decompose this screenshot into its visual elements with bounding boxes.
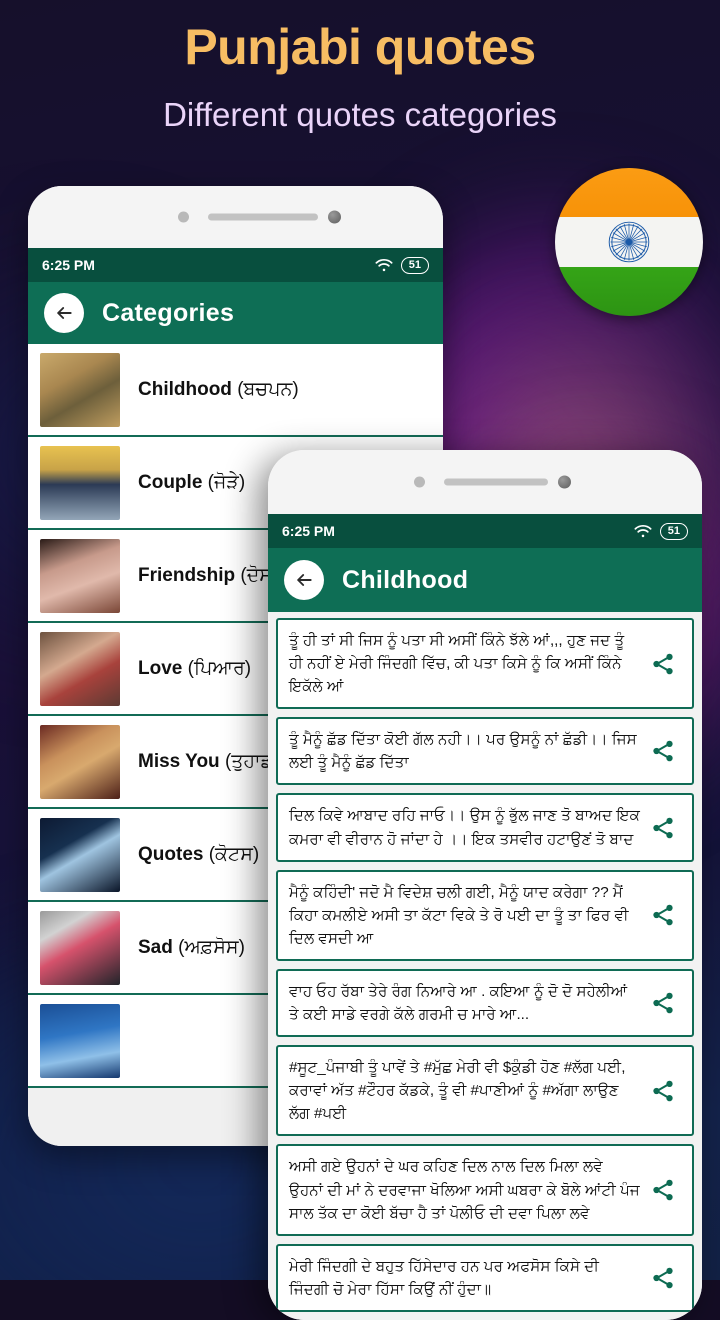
status-bar-right: 6:25 PM 51 (268, 514, 702, 548)
proximity-sensor-icon (558, 476, 571, 489)
category-thumbnail (40, 353, 120, 427)
quote-card[interactable]: ਤੂੰ ਹੀ ਤਾਂ ਸੀ ਜਿਸ ਨੂੰ ਪਤਾ ਸੀ ਅਸੀਂ ਕਿੰਨੇ … (276, 618, 694, 709)
category-thumbnail (40, 818, 120, 892)
category-row[interactable]: Childhood (ਬਚਪਨ) (28, 344, 443, 437)
category-label-pa: (ਕੋਟਸ) (209, 844, 259, 865)
quote-card[interactable]: #ਸੂਟ_ਪੰਜਾਬੀ ਤੂੰ ਪਾਵੇਂ ਤੇ #ਮੁੱਛ ਮੇਰੀ ਵੀ $… (276, 1045, 694, 1136)
quote-card[interactable]: ਵਾਹ ਓਹ ਰੱਬਾ ਤੇਰੇ ਰੰਗ ਨਿਆਰੇ ਆ . ਕਇਆ ਨੂੰ ਦ… (276, 969, 694, 1037)
category-label: Quotes (ਕੋਟਸ) (138, 844, 259, 866)
quote-text: ਤੂੰ ਹੀ ਤਾਂ ਸੀ ਜਿਸ ਨੂੰ ਪਤਾ ਸੀ ਅਸੀਂ ਕਿੰਨੇ … (289, 629, 640, 698)
back-button-right[interactable] (284, 560, 324, 600)
share-button[interactable] (640, 902, 686, 928)
india-flag-badge (555, 168, 703, 316)
back-arrow-icon (294, 570, 314, 590)
category-label-en: Quotes (138, 844, 209, 865)
category-label-pa: (ਜੋੜੇ) (208, 472, 245, 493)
share-icon (650, 651, 676, 677)
phone-left-notch (28, 186, 443, 248)
category-label-en: Love (138, 658, 188, 679)
category-label: Sad (ਅਫ਼ਸੋਸ) (138, 937, 245, 959)
battery-badge: 51 (660, 523, 688, 540)
proximity-sensor-icon (328, 211, 341, 224)
share-button[interactable] (640, 1078, 686, 1104)
share-icon (650, 902, 676, 928)
ashoka-chakra-icon (607, 220, 651, 264)
page-title: Punjabi quotes (0, 18, 720, 76)
phone-right-notch (268, 450, 702, 514)
category-label-en: Couple (138, 472, 208, 493)
share-icon (650, 1265, 676, 1291)
front-camera-icon (178, 212, 189, 223)
app-bar-title-left: Categories (102, 299, 234, 328)
status-time: 6:25 PM (282, 523, 335, 539)
battery-badge: 51 (401, 257, 429, 274)
back-arrow-icon (54, 303, 74, 323)
category-label-en: Childhood (138, 379, 237, 400)
category-label: Childhood (ਬਚਪਨ) (138, 379, 299, 401)
quote-card[interactable]: ਦਿਲ ਕਿਵੇ ਆਬਾਦ ਰਹਿ ਜਾਓ।। ਉਸ ਨੂੰ ਭੁੱਲ ਜਾਣ … (276, 793, 694, 861)
category-label-en: Friendship (138, 565, 240, 586)
category-label-pa: (ਪਿਆਰ) (188, 658, 251, 679)
category-thumbnail (40, 911, 120, 985)
share-button[interactable] (640, 738, 686, 764)
category-label: Love (ਪਿਆਰ) (138, 658, 251, 680)
quote-card[interactable]: ਮੇਰੀ ਜਿੰਦਗੀ ਦੇ ਬਹੁਤ ਹਿੱਸੇਦਾਰ ਹਨ ਪਰ ਅਫਸੋਸ… (276, 1244, 694, 1312)
earpiece-speaker (208, 214, 318, 221)
flag-stripe-saffron (555, 168, 703, 217)
share-button[interactable] (640, 990, 686, 1016)
share-icon (650, 815, 676, 841)
promo-header: Punjabi quotes Different quotes categori… (0, 0, 720, 134)
phone-mockup-quotes: 6:25 PM 51 Childhood ਤੂੰ ਹੀ ਤਾਂ ਸੀ ਜਿਸ ਨ… (268, 450, 702, 1320)
back-button-left[interactable] (44, 293, 84, 333)
share-icon (650, 1078, 676, 1104)
wifi-icon (634, 524, 652, 538)
quote-text: ਤੂੰ ਮੈਨੂੰ ਛੱਡ ਦਿੱਤਾ ਕੋਈ ਗੱਲ ਨਹੀ।। ਪਰ ਉਸਨ… (289, 728, 640, 774)
status-bar-left: 6:25 PM 51 (28, 248, 443, 282)
flag-stripe-green (555, 267, 703, 316)
quote-text: ਅਸੀ ਗਏ ਉਹਨਾਂ ਦੇ ਘਰ ਕਹਿਣ ਦਿਲ ਨਾਲ ਦਿਲ ਮਿਲਾ… (289, 1155, 640, 1224)
category-thumbnail (40, 632, 120, 706)
earpiece-speaker (444, 479, 548, 486)
quote-card[interactable]: ਮੈਨੂੰ ਕਹਿੰਦੀ' ਜਦੋ ਮੈ ਵਿਦੇਸ਼ ਚਲੀ ਗਈ, ਮੈਨੂ… (276, 870, 694, 961)
quote-text: ਮੈਨੂੰ ਕਹਿੰਦੀ' ਜਦੋ ਮੈ ਵਿਦੇਸ਼ ਚਲੀ ਗਈ, ਮੈਨੂ… (289, 881, 640, 950)
share-button[interactable] (640, 815, 686, 841)
app-bar-right: Childhood (268, 548, 702, 612)
quote-text: ਦਿਲ ਕਿਵੇ ਆਬਾਦ ਰਹਿ ਜਾਓ।। ਉਸ ਨੂੰ ਭੁੱਲ ਜਾਣ … (289, 804, 640, 850)
quote-card[interactable]: ਅਸੀ ਗਏ ਉਹਨਾਂ ਦੇ ਘਰ ਕਹਿਣ ਦਿਲ ਨਾਲ ਦਿਲ ਮਿਲਾ… (276, 1144, 694, 1235)
category-thumbnail (40, 539, 120, 613)
share-button[interactable] (640, 1265, 686, 1291)
app-bar-left: Categories (28, 282, 443, 344)
category-label-en: Miss You (138, 751, 225, 772)
quote-text: ਮੇਰੀ ਜਿੰਦਗੀ ਦੇ ਬਹੁਤ ਹਿੱਸੇਦਾਰ ਹਨ ਪਰ ਅਫਸੋਸ… (289, 1255, 640, 1301)
wifi-icon (375, 258, 393, 272)
category-label-pa: (ਬਚਪਨ) (237, 379, 298, 400)
share-button[interactable] (640, 1177, 686, 1203)
category-label: Couple (ਜੋੜੇ) (138, 472, 245, 494)
category-label-en: Sad (138, 937, 178, 958)
quote-text: ਵਾਹ ਓਹ ਰੱਬਾ ਤੇਰੇ ਰੰਗ ਨਿਆਰੇ ਆ . ਕਇਆ ਨੂੰ ਦ… (289, 980, 640, 1026)
quote-text: #ਸੂਟ_ਪੰਜਾਬੀ ਤੂੰ ਪਾਵੇਂ ਤੇ #ਮੁੱਛ ਮੇਰੀ ਵੀ $… (289, 1056, 640, 1125)
front-camera-icon (414, 477, 425, 488)
page-subtitle: Different quotes categories (0, 96, 720, 134)
category-thumbnail (40, 446, 120, 520)
share-icon (650, 1177, 676, 1203)
share-icon (650, 738, 676, 764)
app-bar-title-right: Childhood (342, 566, 468, 595)
share-button[interactable] (640, 651, 686, 677)
category-thumbnail (40, 1004, 120, 1078)
quote-card[interactable]: ਤੂੰ ਮੈਨੂੰ ਛੱਡ ਦਿੱਤਾ ਕੋਈ ਗੱਲ ਨਹੀ।। ਪਰ ਉਸਨ… (276, 717, 694, 785)
share-icon (650, 990, 676, 1016)
status-time: 6:25 PM (42, 257, 95, 273)
category-label-pa: (ਅਫ਼ਸੋਸ) (178, 937, 245, 958)
quote-list[interactable]: ਤੂੰ ਹੀ ਤਾਂ ਸੀ ਜਿਸ ਨੂੰ ਪਤਾ ਸੀ ਅਸੀਂ ਕਿੰਨੇ … (268, 612, 702, 1320)
category-thumbnail (40, 725, 120, 799)
